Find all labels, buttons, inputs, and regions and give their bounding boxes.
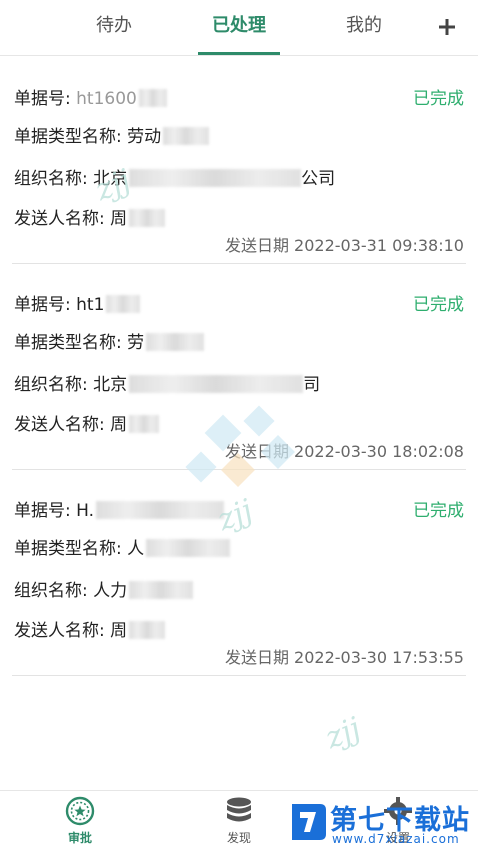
doc-type-value: 劳 — [127, 333, 145, 353]
org-name-row: 组织名称: 北京 司 — [14, 370, 320, 395]
nav-discover-label: 发现 — [226, 831, 251, 845]
org-name-label: 组织名称: — [14, 581, 88, 601]
doc-number-row: 单据号: ht1600 — [14, 84, 167, 109]
doc-number-value: ht1 — [76, 295, 105, 315]
doc-type-value: 人 — [127, 539, 145, 559]
doc-number-row: 单据号: ht1 — [14, 290, 141, 315]
redacted-mask — [106, 295, 141, 313]
redacted-mask — [129, 375, 304, 393]
sender-label: 发送人名称: — [14, 415, 105, 435]
sender-row: 发送人名称: 周 — [14, 410, 160, 435]
doc-number-label: 单据号: — [14, 501, 71, 521]
brand-logo-icon — [292, 804, 326, 840]
redacted-mask — [129, 415, 160, 433]
status-badge: 已完成 — [413, 295, 464, 315]
redacted-mask — [138, 89, 167, 107]
sender-row: 发送人名称: 周 — [14, 616, 166, 641]
doc-number-label: 单据号: — [14, 295, 71, 315]
redacted-mask — [129, 621, 166, 639]
redacted-mask — [146, 539, 231, 557]
nav-discover[interactable]: 发现 — [199, 795, 279, 849]
sender-value: 周 — [110, 621, 128, 641]
record-card[interactable]: 单据号: ht1600 已完成 单据类型名称: 劳动 组织名称: 北京 公司 发送… — [12, 58, 466, 264]
app-screen: 待办 已处理 我的 单据号: ht1600 已完成 单据类型名称: 劳动 组织名… — [0, 0, 478, 850]
org-name-suffix: 公司 — [301, 169, 336, 189]
sender-label: 发送人名称: — [14, 209, 105, 229]
org-name-label: 组织名称: — [14, 169, 88, 189]
org-name-row: 组织名称: 人力 — [14, 576, 194, 601]
watermark-logo-icon — [185, 405, 295, 487]
doc-number-value: H. — [76, 501, 95, 521]
doc-type-label: 单据类型名称: — [14, 127, 122, 147]
redacted-mask — [129, 209, 166, 227]
org-name-label: 组织名称: — [14, 375, 88, 395]
sender-value: 周 — [110, 209, 128, 229]
doc-type-label: 单据类型名称: — [14, 539, 122, 559]
org-name-row: 组织名称: 北京 公司 — [14, 164, 335, 189]
send-date: 发送日期 2022-03-30 17:53:55 — [224, 648, 464, 667]
doc-type-row: 单据类型名称: 人 — [14, 534, 231, 559]
org-name-value: 人力 — [93, 581, 128, 601]
org-name-suffix: 司 — [303, 375, 321, 395]
redacted-mask — [129, 169, 302, 187]
top-tab-bar: 待办 已处理 我的 — [0, 0, 478, 56]
tab-mine[interactable]: 我的 — [322, 0, 406, 55]
doc-type-value: 劳动 — [127, 127, 162, 147]
status-badge: 已完成 — [413, 501, 464, 521]
doc-number-value: ht1600 — [76, 89, 137, 109]
active-tab-indicator — [198, 52, 280, 55]
plus-icon — [439, 19, 455, 35]
sender-value: 周 — [110, 415, 128, 435]
sender-label: 发送人名称: — [14, 621, 105, 641]
org-name-value: 北京 — [93, 375, 128, 395]
tab-pending[interactable]: 待办 — [72, 0, 156, 55]
watermark: zjj — [320, 710, 366, 757]
doc-number-label: 单据号: — [14, 89, 71, 109]
doc-type-label: 单据类型名称: — [14, 333, 122, 353]
redacted-mask — [146, 333, 205, 351]
brand-url: www.d7xiazai.com — [332, 832, 460, 846]
doc-type-row: 单据类型名称: 劳动 — [14, 122, 210, 147]
approve-icon — [65, 796, 95, 826]
site-watermark: 第七下载站 www.d7xiazai.com — [290, 796, 476, 848]
doc-type-row: 单据类型名称: 劳 — [14, 328, 205, 353]
status-badge: 已完成 — [413, 89, 464, 109]
add-button[interactable] — [428, 8, 466, 46]
nav-approve-label: 审批 — [67, 831, 92, 845]
nav-approve[interactable]: 审批 — [40, 795, 120, 849]
send-date: 发送日期 2022-03-31 09:38:10 — [224, 236, 464, 255]
database-icon — [227, 797, 251, 822]
redacted-mask — [129, 581, 194, 599]
tab-processed[interactable]: 已处理 — [198, 0, 280, 55]
sender-row: 发送人名称: 周 — [14, 204, 166, 229]
redacted-mask — [163, 127, 210, 145]
